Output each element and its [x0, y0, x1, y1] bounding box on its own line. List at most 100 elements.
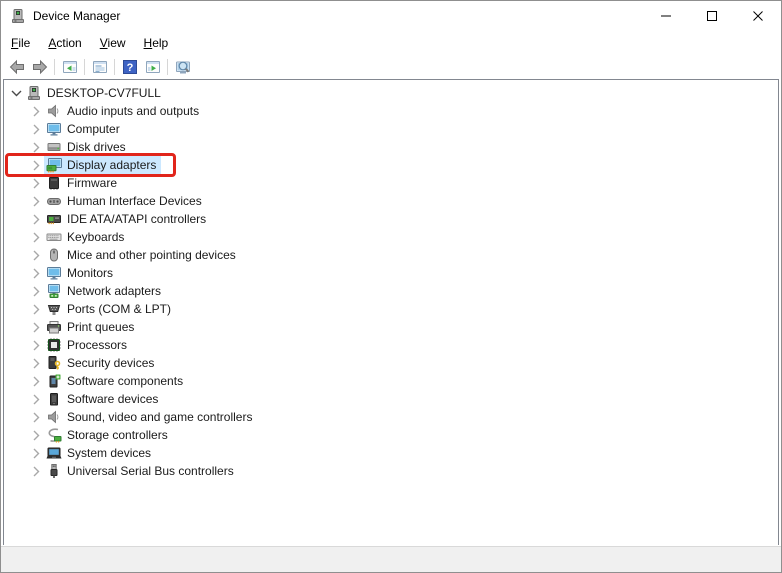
tree-item-display-adapters[interactable]: Display adapters	[4, 153, 778, 177]
forward-icon	[32, 59, 48, 75]
chevron-right-icon[interactable]	[28, 445, 44, 461]
properties-icon	[92, 59, 108, 75]
port-icon	[46, 301, 62, 317]
chevron-right-icon[interactable]	[28, 283, 44, 299]
scan-hardware-button[interactable]	[171, 56, 194, 78]
tree-item-label: Processors	[67, 338, 128, 352]
show-console-tree-button[interactable]	[58, 56, 81, 78]
tree-item-label: Firmware	[67, 176, 117, 190]
chevron-right-icon[interactable]	[28, 175, 44, 191]
chevron-right-icon[interactable]	[28, 211, 44, 227]
chevron-right-icon[interactable]	[28, 355, 44, 371]
tree-item-content: Storage controllers	[44, 426, 173, 444]
help-icon: ?	[122, 59, 138, 75]
tree-item-content: Security devices	[44, 354, 159, 372]
tree-item-processors[interactable]: Processors	[4, 336, 778, 354]
tree-item-keyboards[interactable]: Keyboards	[4, 228, 778, 246]
status-bar	[1, 546, 781, 572]
chevron-right-icon[interactable]	[28, 391, 44, 407]
tree-item-content: Firmware	[44, 174, 122, 192]
show-console-tree-icon	[62, 59, 78, 75]
keyboard-icon	[46, 229, 62, 245]
printer-icon	[46, 319, 62, 335]
tree-item-disk-drives[interactable]: Disk drives	[4, 138, 778, 156]
tree-item-label: Disk drives	[67, 140, 126, 154]
tree-item-monitors[interactable]: Monitors	[4, 264, 778, 282]
tree-item-sound-video-and-game-controllers[interactable]: Sound, video and game controllers	[4, 408, 778, 426]
chevron-right-icon[interactable]	[28, 301, 44, 317]
tree-item-label: System devices	[67, 446, 152, 460]
tree-item-label: Ports (COM & LPT)	[67, 302, 172, 316]
ide-card-icon	[46, 211, 62, 227]
chevron-right-icon[interactable]	[28, 103, 44, 119]
chevron-right-icon[interactable]	[28, 229, 44, 245]
processor-icon	[46, 337, 62, 353]
tree-item-human-interface-devices[interactable]: Human Interface Devices	[4, 192, 778, 210]
tree-item-content: Monitors	[44, 264, 118, 282]
chevron-right-icon[interactable]	[28, 463, 44, 479]
help-button[interactable]: ?	[118, 56, 141, 78]
tree-item-content: Software devices	[44, 390, 163, 408]
speaker-icon	[46, 103, 62, 119]
chevron-right-icon[interactable]	[28, 337, 44, 353]
toolbar-separator	[167, 59, 168, 75]
tree-item-content: DESKTOP-CV7FULL	[24, 84, 166, 102]
tree-item-ports-com-lpt[interactable]: Ports (COM & LPT)	[4, 300, 778, 318]
chevron-right-icon[interactable]	[28, 427, 44, 443]
minimize-button[interactable]	[643, 1, 689, 31]
tree-item-content: Software components	[44, 372, 188, 390]
chevron-right-icon[interactable]	[28, 157, 44, 173]
show-action-pane-button[interactable]	[141, 56, 164, 78]
tree-item-label: Network adapters	[67, 284, 162, 298]
chevron-right-icon[interactable]	[28, 247, 44, 263]
tree-item-audio-inputs-and-outputs[interactable]: Audio inputs and outputs	[4, 102, 778, 120]
window-controls	[643, 1, 781, 31]
chevron-right-icon[interactable]	[28, 409, 44, 425]
menu-action[interactable]: Action	[39, 32, 90, 54]
tree-item-content: Mice and other pointing devices	[44, 246, 241, 264]
tree-item-software-components[interactable]: Software components	[4, 372, 778, 390]
tree-item-storage-controllers[interactable]: Storage controllers	[4, 426, 778, 444]
tree-item-software-devices[interactable]: Software devices	[4, 390, 778, 408]
tree-item-system-devices[interactable]: System devices	[4, 444, 778, 462]
menubar: File Action View Help	[1, 31, 781, 55]
maximize-button[interactable]	[689, 1, 735, 31]
security-icon	[46, 355, 62, 371]
chevron-right-icon[interactable]	[28, 193, 44, 209]
chevron-right-icon[interactable]	[28, 265, 44, 281]
tree-item-label: Mice and other pointing devices	[67, 248, 236, 262]
forward-button[interactable]	[28, 56, 51, 78]
close-button[interactable]	[735, 1, 781, 31]
tree-item-security-devices[interactable]: Security devices	[4, 354, 778, 372]
properties-button[interactable]	[88, 56, 111, 78]
chevron-right-icon[interactable]	[28, 121, 44, 137]
speaker-icon	[46, 409, 62, 425]
menu-file[interactable]: File	[2, 32, 39, 54]
menu-view[interactable]: View	[91, 32, 135, 54]
menu-help[interactable]: Help	[135, 32, 178, 54]
tree-item-network-adapters[interactable]: Network adapters	[4, 282, 778, 300]
tree-item-label: Sound, video and game controllers	[67, 410, 253, 424]
tree-item-content: Human Interface Devices	[44, 192, 207, 210]
tree-item-desktop-cv7full[interactable]: DESKTOP-CV7FULL	[4, 84, 778, 102]
tree-item-universal-serial-bus-controllers[interactable]: Universal Serial Bus controllers	[4, 462, 778, 480]
back-button[interactable]	[5, 56, 28, 78]
chevron-down-icon[interactable]	[8, 85, 24, 101]
close-icon	[753, 11, 763, 21]
chevron-right-icon[interactable]	[28, 319, 44, 335]
tree-item-print-queues[interactable]: Print queues	[4, 318, 778, 336]
device-tree: DESKTOP-CV7FULL Audio inputs and outputs C…	[3, 79, 779, 545]
tree-item-label: Keyboards	[67, 230, 125, 244]
toolbar-separator	[54, 59, 55, 75]
monitor-icon	[46, 121, 62, 137]
tree-item-firmware[interactable]: Firmware	[4, 174, 778, 192]
window-title: Device Manager	[33, 9, 121, 23]
chevron-right-icon[interactable]	[28, 139, 44, 155]
tree-item-content: Computer	[44, 120, 125, 138]
tree-item-mice-and-other-pointing-devices[interactable]: Mice and other pointing devices	[4, 246, 778, 264]
chevron-right-icon[interactable]	[28, 373, 44, 389]
mouse-icon	[46, 247, 62, 263]
tree-item-ide-ata-atapi-controllers[interactable]: IDE ATA/ATAPI controllers	[4, 210, 778, 228]
tree-item-computer[interactable]: Computer	[4, 120, 778, 138]
tree-item-label: Software components	[67, 374, 184, 388]
